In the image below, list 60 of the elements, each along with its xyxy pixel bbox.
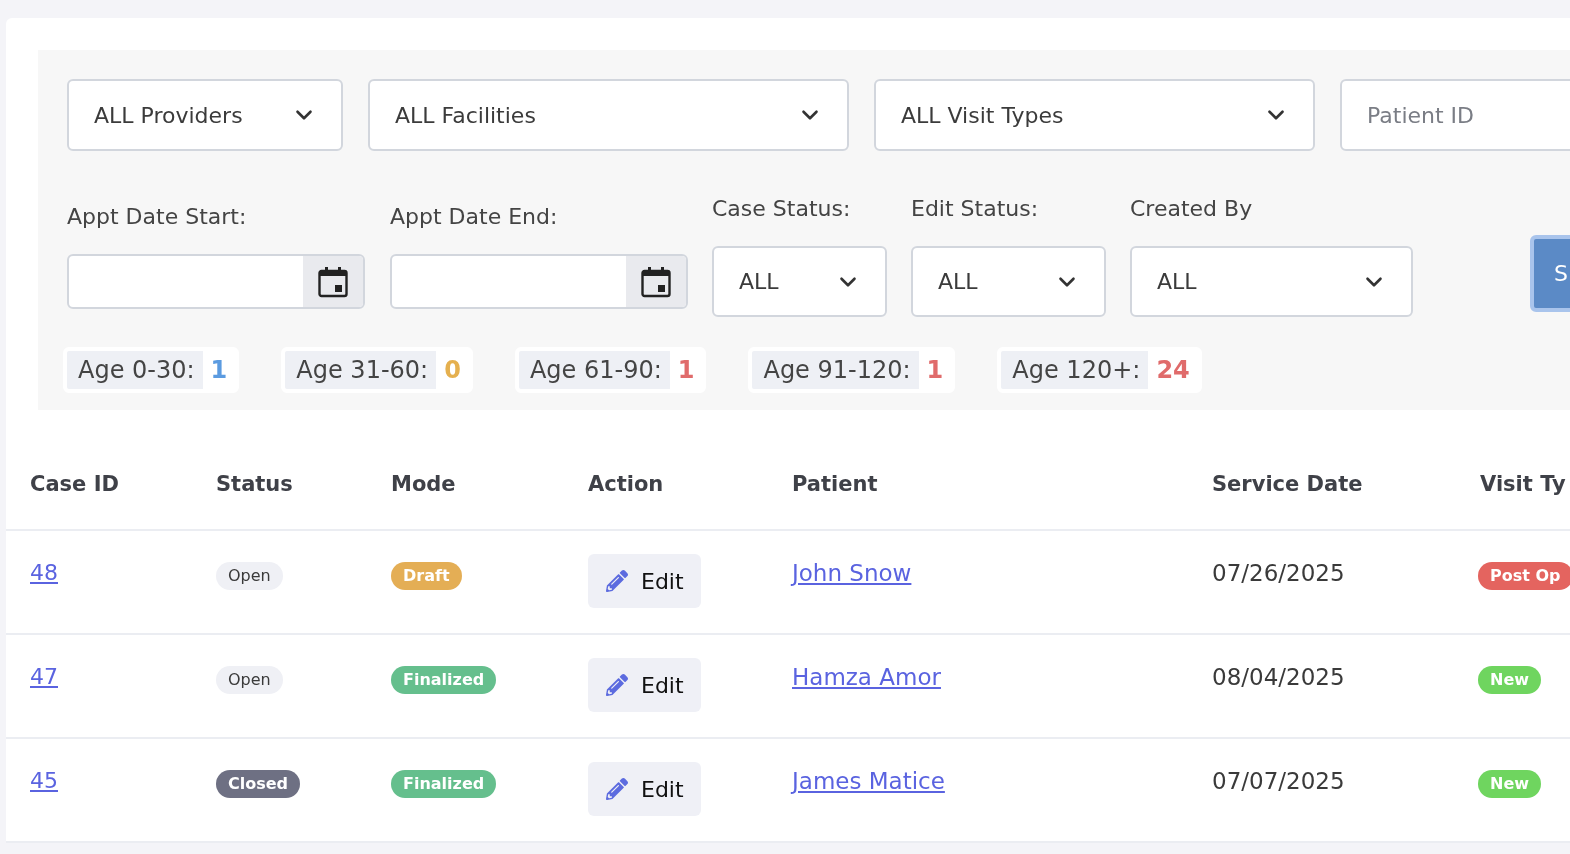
visit-type-pill: New	[1478, 770, 1542, 798]
age-label: Age 61-90:	[528, 355, 663, 386]
age-label: Age 31-60:	[295, 355, 430, 386]
age-count: 24	[1148, 351, 1198, 389]
search-button[interactable]: S	[1530, 235, 1570, 312]
mode-pill: Finalized	[391, 666, 497, 694]
dropdown[interactable]: ALL Providers	[67, 79, 343, 151]
case-link[interactable]: 45	[30, 768, 58, 793]
column-header: Visit Ty	[1480, 471, 1566, 496]
date-input-field[interactable]	[67, 254, 365, 309]
column-header: Patient	[792, 471, 878, 496]
edit-button[interactable]: Edit	[588, 658, 701, 712]
visit-type-pill: Post Op	[1478, 562, 1570, 590]
calendar-button[interactable]	[626, 256, 686, 307]
mode-pill: Finalized	[391, 770, 497, 798]
dropdown[interactable]: ALL	[1130, 246, 1413, 317]
visit-type-pill: New	[1478, 666, 1542, 694]
edit-button[interactable]: Edit	[588, 554, 701, 608]
patient-link[interactable]: John Snow	[792, 560, 912, 586]
date-input-field[interactable]	[390, 254, 688, 309]
age-label: Age 91-120:	[762, 355, 912, 386]
service-date-text: 07/07/2025	[1212, 768, 1345, 794]
calendar-button[interactable]	[303, 256, 363, 307]
status-pill: Closed	[216, 770, 301, 798]
column-header: Status	[216, 471, 293, 496]
age-label: Age 0-30:	[77, 355, 196, 386]
pencil-icon	[606, 674, 628, 696]
status-pill: Open	[216, 562, 283, 590]
status-pill: Open	[216, 666, 283, 694]
mode-pill: Draft	[391, 562, 462, 590]
age-count: 1	[918, 351, 952, 389]
service-date-text: 07/26/2025	[1212, 560, 1345, 586]
age-label: Age 120+:	[1011, 355, 1142, 386]
case-link[interactable]: 48	[30, 560, 58, 585]
edit-button[interactable]: Edit	[588, 762, 701, 816]
age-count: 1	[202, 351, 236, 389]
column-header: Case ID	[30, 471, 119, 496]
dropdown[interactable]: ALL Facilities	[368, 79, 849, 151]
date-label: Appt Date Start:	[67, 203, 248, 231]
pencil-icon	[606, 778, 628, 800]
pencil-icon	[606, 570, 628, 592]
calendar-icon	[641, 265, 671, 298]
dropdown[interactable]: ALL	[712, 246, 887, 317]
dropdown[interactable]: ALL	[911, 246, 1106, 317]
patient-link[interactable]: James Matice	[792, 768, 945, 794]
date-label: Appt Date End:	[390, 203, 559, 231]
column-header: Service Date	[1212, 471, 1363, 496]
age-count: 0	[436, 351, 469, 389]
column-header: Mode	[391, 471, 456, 496]
filter-label: Case Status:	[712, 195, 852, 223]
case-link[interactable]: 47	[30, 664, 58, 689]
filter-label: Created By	[1130, 195, 1254, 223]
calendar-icon	[318, 265, 348, 298]
patient-id-input[interactable]: Patient ID	[1340, 79, 1570, 151]
service-date-text: 08/04/2025	[1212, 664, 1345, 690]
filter-label: Edit Status:	[911, 195, 1040, 223]
column-header: Action	[588, 471, 664, 496]
age-count: 1	[669, 351, 703, 389]
dropdown[interactable]: ALL Visit Types	[874, 79, 1315, 151]
patient-link[interactable]: Hamza Amor	[792, 664, 941, 690]
